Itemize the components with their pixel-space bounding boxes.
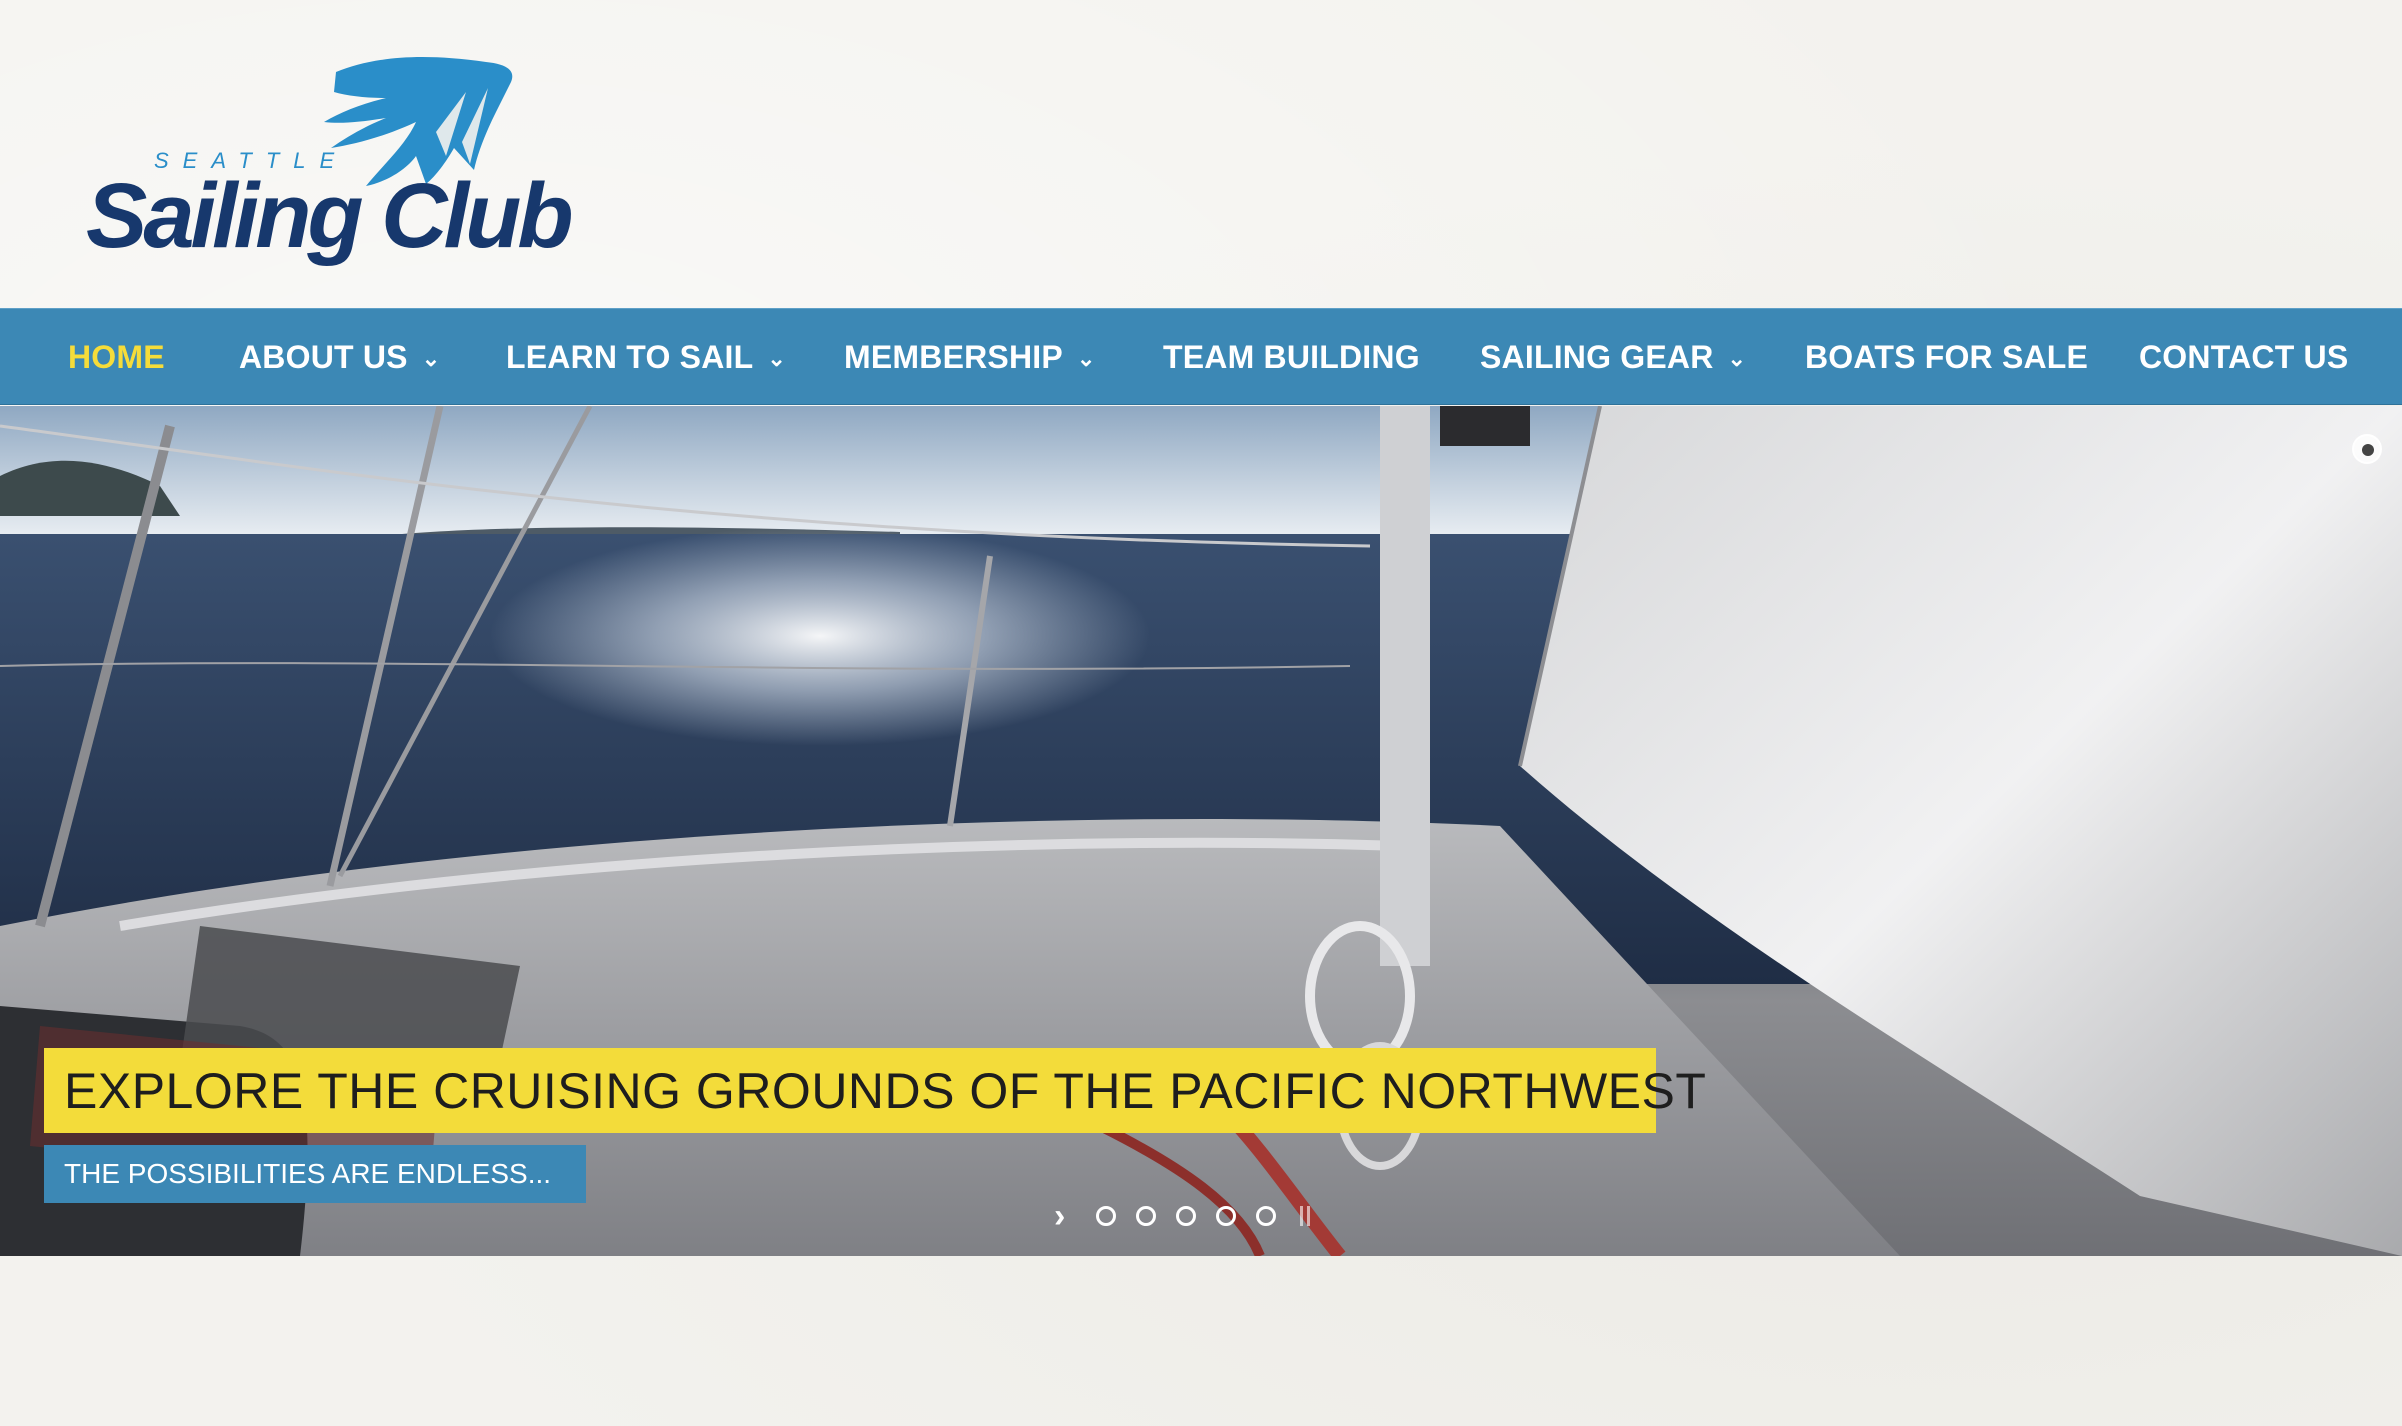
logo-name-text: Sailing Club [86, 165, 574, 267]
pause-icon[interactable] [1300, 1206, 1310, 1226]
nav-item-label: HOME [68, 339, 165, 375]
nav-item-contact-us[interactable]: CONTACT US [2139, 309, 2348, 406]
chevron-down-icon: ⌄ [1727, 345, 1747, 371]
hero-caption: EXPLORE THE CRUISING GROUNDS OF THE PACI… [44, 1048, 1706, 1133]
chevron-down-icon: ⌄ [421, 345, 441, 371]
main-nav: HOME ABOUT US ⌄ LEARN TO SAIL ⌄ MEMBERSH… [0, 308, 2402, 420]
nav-item-boats-for-sale[interactable]: BOATS FOR SALE [1805, 309, 2088, 406]
page: SEATTLE Sailing Club HOME ABOUT US ⌄ LEA… [0, 0, 2402, 1426]
nav-item-label: LEARN TO SAIL [506, 339, 754, 375]
nav-item-learn-to-sail[interactable]: LEARN TO SAIL ⌄ [506, 309, 786, 406]
slider-dot-5[interactable] [1256, 1206, 1276, 1226]
slider-timer-icon [2352, 434, 2382, 464]
chevron-down-icon: ⌄ [767, 345, 786, 371]
slider-dot-2[interactable] [1136, 1206, 1156, 1226]
nav-item-home[interactable]: HOME [68, 309, 165, 406]
slider-dot-3[interactable] [1176, 1206, 1196, 1226]
nav-item-team-building[interactable]: TEAM BUILDING [1163, 309, 1420, 406]
chevron-right-icon[interactable]: › [1054, 1199, 1096, 1233]
slider-dot-4[interactable] [1216, 1206, 1236, 1226]
chevron-down-icon: ⌄ [1076, 345, 1096, 371]
slider-controls: › [1054, 1199, 1310, 1233]
nav-item-about-us[interactable]: ABOUT US ⌄ [239, 309, 440, 406]
slider-dot-1[interactable] [1096, 1206, 1116, 1226]
nav-item-label: TEAM BUILDING [1163, 339, 1420, 375]
nav-item-sailing-gear[interactable]: SAILING GEAR ⌄ [1480, 309, 1746, 406]
nav-item-label: SAILING GEAR [1480, 339, 1714, 375]
nav-item-label: MEMBERSHIP [844, 339, 1063, 375]
nav-item-label: ABOUT US [239, 339, 408, 375]
hero-slider[interactable]: EXPLORE THE CRUISING GROUNDS OF THE PACI… [0, 406, 2402, 1256]
hero-subcaption: THE POSSIBILITIES ARE ENDLESS... [44, 1145, 586, 1203]
nav-item-membership[interactable]: MEMBERSHIP ⌄ [844, 309, 1096, 406]
site-logo[interactable]: SEATTLE Sailing Club [86, 52, 586, 272]
nav-item-label: BOATS FOR SALE [1805, 339, 2089, 375]
nav-item-label: CONTACT US [2139, 339, 2349, 375]
